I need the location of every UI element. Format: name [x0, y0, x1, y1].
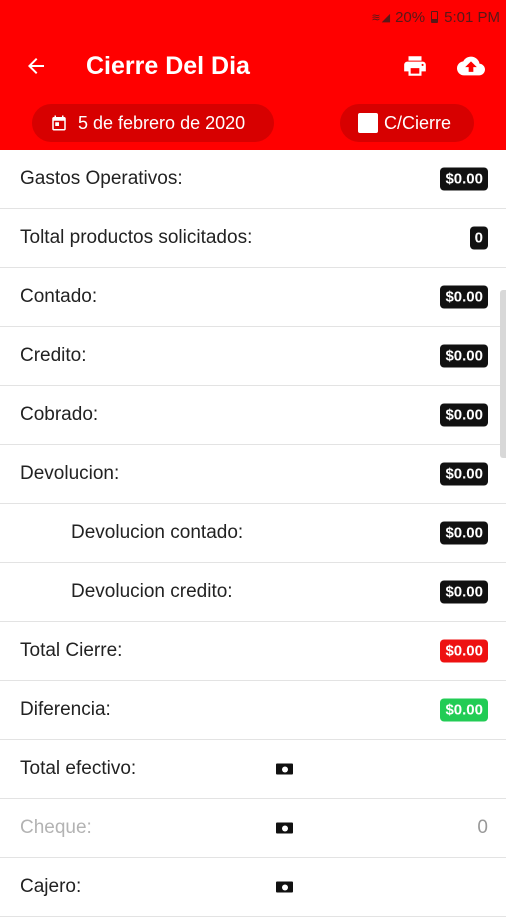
row-label: Diferencia: [20, 699, 111, 720]
list-item: Devolucion contado: $0.00 [0, 504, 506, 563]
list-item: Credito: $0.00 [0, 327, 506, 386]
app-bar: ≋ ◢ 20% 5:01 PM Cierre Del Dia 5 de febr… [0, 0, 506, 150]
cash-icon [276, 822, 293, 834]
calendar-icon [52, 115, 66, 131]
cheque-field[interactable]: Cheque: 0 [0, 799, 506, 858]
row-label: Gastos Operativos: [20, 168, 183, 189]
back-button[interactable] [16, 46, 56, 86]
cajero-field[interactable]: Cajero: [0, 858, 506, 917]
clock: 5:01 PM [444, 8, 500, 26]
date-value: 5 de febrero de 2020 [78, 112, 246, 133]
arrow-back-icon [28, 58, 44, 74]
status-bar: ≋ ◢ 20% 5:01 PM [371, 6, 500, 28]
list-item: Gastos Operativos: $0.00 [0, 150, 506, 209]
row-label: Toltal productos solicitados: [20, 227, 253, 248]
value-badge: $0.00 [440, 403, 488, 427]
row-label: Total Cierre: [20, 640, 123, 661]
value-badge: $0.00 [440, 521, 488, 545]
summary-list: Gastos Operativos: $0.00 Toltal producto… [0, 150, 506, 917]
field-label: Cajero: [20, 876, 82, 897]
upload-button[interactable] [452, 47, 490, 85]
c-cierre-toggle[interactable]: C/Cierre [340, 104, 474, 142]
row-label: Devolucion: [20, 463, 120, 484]
cash-icon [276, 763, 293, 775]
page-title: Cierre Del Dia [86, 51, 250, 80]
list-item: Diferencia: $0.00 [0, 681, 506, 740]
c-cierre-label: C/Cierre [384, 112, 452, 133]
battery-icon [431, 11, 439, 23]
print-icon [404, 56, 426, 76]
wifi-signal-icon: ≋ ◢ [371, 11, 390, 24]
value-badge: $0.00 [440, 285, 488, 309]
diferencia-badge: $0.00 [440, 698, 488, 722]
cash-icon [276, 881, 293, 893]
list-item: Total Cierre: $0.00 [0, 622, 506, 681]
value-badge: $0.00 [440, 167, 488, 191]
total-efectivo-field[interactable]: Total efectivo: [0, 740, 506, 799]
list-item: Contado: $0.00 [0, 268, 506, 327]
value-badge: $0.00 [440, 580, 488, 604]
field-label: Total efectivo: [20, 758, 137, 779]
row-label: Credito: [20, 345, 87, 366]
date-picker[interactable]: 5 de febrero de 2020 [32, 104, 274, 142]
row-label: Devolucion contado: [71, 522, 244, 543]
list-item: Devolucion: $0.00 [0, 445, 506, 504]
row-label: Contado: [20, 286, 98, 307]
list-item: Toltal productos solicitados: 0 [0, 209, 506, 268]
scrollbar[interactable] [500, 290, 506, 458]
list-item: Devolucion credito: $0.00 [0, 563, 506, 622]
total-cierre-badge: $0.00 [440, 639, 488, 663]
toolbar: Cierre Del Dia [0, 38, 506, 94]
value-badge: 0 [469, 226, 488, 250]
c-cierre-checkbox[interactable] [358, 113, 378, 133]
field-label: Cheque: [20, 817, 92, 838]
cloud-upload-icon [457, 56, 485, 76]
row-label: Devolucion credito: [71, 581, 233, 602]
value-badge: $0.00 [440, 462, 488, 486]
battery-percent: 20% [395, 8, 426, 26]
list-item: Cobrado: $0.00 [0, 386, 506, 445]
value-badge: $0.00 [440, 344, 488, 368]
row-label: Cobrado: [20, 404, 99, 425]
print-button[interactable] [396, 47, 434, 85]
field-value[interactable]: 0 [477, 817, 488, 839]
